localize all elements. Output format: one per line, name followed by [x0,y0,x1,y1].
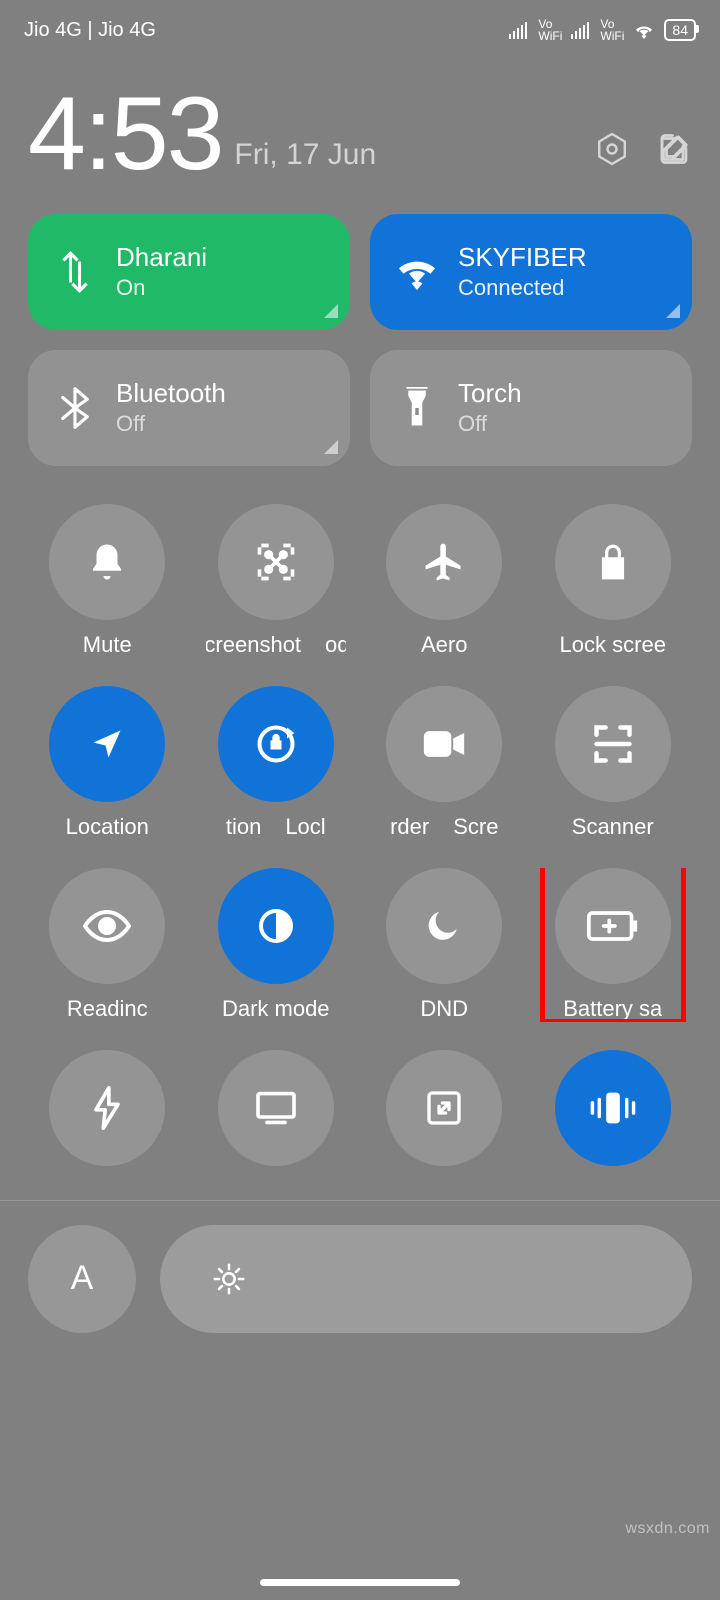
brightness-slider[interactable] [160,1225,692,1333]
torch-status: Off [458,411,522,437]
vibrate-icon [589,1089,637,1127]
moon-icon [425,907,463,945]
battery-indicator: 84 [664,19,696,41]
wifi-status-icon [632,21,656,39]
vowifi1-icon: VoWiFi [538,18,562,42]
wifi-icon [394,254,440,290]
brightness-row: A [0,1201,720,1357]
scanner-toggle[interactable]: Scanner [534,686,693,840]
screen-recorder-toggle[interactable]: rderScre [365,686,524,840]
airplane-toggle[interactable]: Aero [365,504,524,658]
mobile-data-tile[interactable]: Dharani On [28,214,350,330]
video-icon [422,727,466,761]
lock-icon [594,541,632,583]
cast-toggle[interactable] [197,1050,356,1166]
bluetooth-tile[interactable]: Bluetooth Off [28,350,350,466]
location-toggle[interactable]: Location [28,686,187,840]
cast-icon [254,1090,298,1126]
wifi-name: SKYFIBER [458,242,587,273]
wifi-status: Connected [458,275,587,301]
float-window-icon [424,1088,464,1128]
wifi-tile[interactable]: SKYFIBER Connected [370,214,692,330]
flash-icon [92,1086,122,1130]
dark-mode-icon [256,906,296,946]
eye-icon [83,909,131,943]
reading-mode-toggle[interactable]: Readinc [28,868,187,1022]
clock-date: Fri, 17 Jun [234,138,376,172]
status-icons: VoWiFi VoWiFi 84 [508,18,696,42]
flash-toggle[interactable] [28,1050,187,1166]
torch-name: Torch [458,378,522,409]
scanner-icon [591,722,635,766]
brightness-icon [212,1262,246,1296]
status-bar: Jio 4G | Jio 4G VoWiFi VoWiFi 84 [0,0,720,48]
torch-icon [394,387,440,429]
dnd-toggle[interactable]: DND [365,868,524,1022]
location-icon [89,726,125,762]
signal2-icon [570,21,592,39]
vowifi2-icon: VoWiFi [600,18,624,42]
lockscreen-toggle[interactable]: Lock scree [534,504,693,658]
edit-icon[interactable] [656,131,692,172]
auto-brightness-button[interactable]: A [28,1225,136,1333]
bluetooth-status: Off [116,411,226,437]
home-indicator[interactable] [260,1579,460,1586]
torch-tile[interactable]: Torch Off [370,350,692,466]
mobile-data-name: Dharani [116,242,207,273]
vibrate-toggle[interactable] [534,1050,693,1166]
quick-toggles-row-bottom [0,1032,720,1201]
bell-icon [86,541,128,583]
bluetooth-name: Bluetooth [116,378,226,409]
float-window-toggle[interactable] [365,1050,524,1166]
quick-tiles: Dharani On SKYFIBER Connected Bluetooth … [0,202,720,484]
watermark: wsxdn.com [625,1520,710,1538]
clock-time: 4:53 [28,88,222,182]
rotation-lock-icon [254,722,298,766]
dark-mode-toggle[interactable]: Dark mode [197,868,356,1022]
bluetooth-icon [52,387,98,429]
quick-toggles-grid: Mute Screenshotode Aero Lock scree Locat… [0,484,720,1032]
battery-saver-icon [587,910,639,942]
airplane-icon [422,540,466,584]
settings-icon[interactable] [594,131,630,172]
rotation-lock-toggle[interactable]: tionLocl [197,686,356,840]
screenshot-icon [254,540,298,584]
data-arrows-icon [52,251,98,293]
battery-saver-toggle[interactable]: Battery sa [534,868,693,1022]
signal-icon [508,21,530,39]
mute-toggle[interactable]: Mute [28,504,187,658]
carrier-text: Jio 4G | Jio 4G [24,19,156,42]
clock-row: 4:53 Fri, 17 Jun [0,48,720,202]
screenshot-toggle[interactable]: Screenshotode [197,504,356,658]
mobile-data-status: On [116,275,207,301]
